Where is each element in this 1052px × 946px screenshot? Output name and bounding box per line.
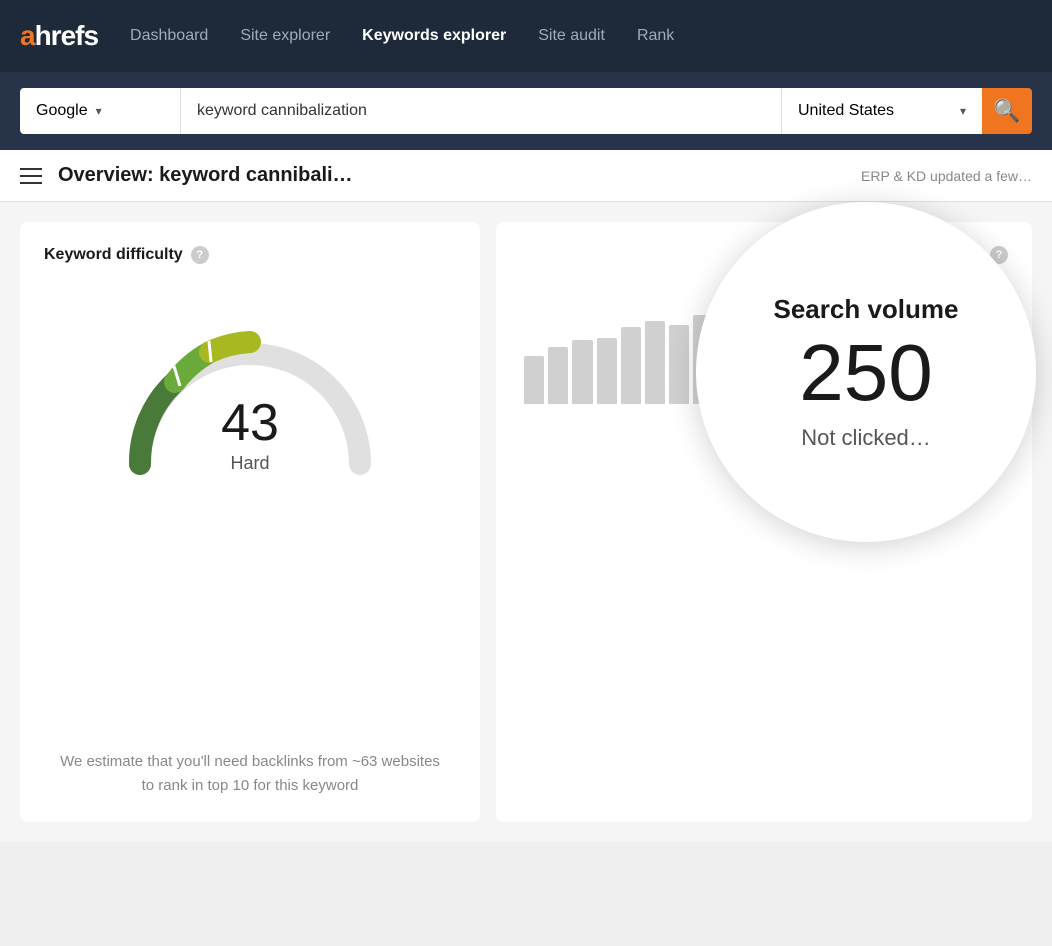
page-header-left: Overview: keyword cannibali…	[20, 164, 353, 187]
hamburger-line-2	[20, 175, 42, 177]
gauge-container: 43 Hard	[120, 294, 380, 474]
page-title: Overview: keyword cannibali…	[58, 164, 353, 187]
content-area: Overview: keyword cannibali… ERP & KD up…	[0, 150, 1052, 842]
nav-keywords-explorer[interactable]: Keywords explorer	[362, 27, 506, 45]
search-button[interactable]: 🔍	[982, 88, 1032, 134]
kd-label: Keyword difficulty	[44, 246, 183, 264]
kd-description: We estimate that you'll need backlinks f…	[44, 750, 456, 798]
country-chevron-icon: ▾	[960, 104, 966, 118]
kd-value: 43	[221, 397, 279, 449]
chart-bar	[597, 338, 617, 404]
logo-a: a	[20, 20, 35, 51]
chart-bar	[669, 325, 689, 404]
sv-popup-value: 250	[799, 333, 932, 413]
sv-popup: Search volume 250 Not clicked…	[696, 202, 1036, 542]
logo-hrefs: hrefs	[35, 20, 98, 51]
page-header: Overview: keyword cannibali… ERP & KD up…	[0, 150, 1052, 202]
kd-info-icon[interactable]: ?	[191, 246, 209, 264]
chart-bar	[524, 356, 544, 405]
update-notice: ERP & KD updated a few…	[861, 168, 1032, 184]
chart-bar	[548, 347, 568, 404]
engine-chevron-icon: ▾	[96, 104, 102, 118]
search-engine-label: Google	[36, 102, 88, 120]
chart-bar	[572, 340, 592, 404]
search-icon: 🔍	[993, 98, 1020, 124]
menu-button[interactable]	[20, 168, 42, 184]
gauge-center: 43 Hard	[221, 397, 279, 474]
chart-bar	[645, 321, 665, 404]
logo[interactable]: ahrefs	[20, 20, 98, 52]
country-label: United States	[798, 102, 894, 120]
chart-bar	[621, 327, 641, 404]
nav-dashboard[interactable]: Dashboard	[130, 27, 208, 45]
search-bar: Google ▾ United States ▾ 🔍	[0, 72, 1052, 150]
sv-card: RR 1.14 ? CPS 0.65 ? Trend not available…	[496, 222, 1032, 822]
search-engine-select[interactable]: Google ▾	[20, 88, 180, 134]
hamburger-line-3	[20, 182, 42, 184]
nav-rank[interactable]: Rank	[637, 27, 674, 45]
hamburger-line-1	[20, 168, 42, 170]
sv-popup-title: Search volume	[774, 294, 959, 325]
nav-site-explorer[interactable]: Site explorer	[240, 27, 330, 45]
kd-card-header: Keyword difficulty ?	[44, 246, 456, 264]
keyword-input[interactable]	[180, 88, 782, 134]
country-select[interactable]: United States ▾	[782, 88, 982, 134]
cards-row: Keyword difficulty ?	[0, 202, 1052, 842]
nav-site-audit[interactable]: Site audit	[538, 27, 605, 45]
kd-difficulty-label: Hard	[221, 453, 279, 474]
sv-popup-sub: Not clicked…	[801, 425, 931, 451]
kd-card: Keyword difficulty ?	[20, 222, 480, 822]
nav-bar: ahrefs Dashboard Site explorer Keywords …	[0, 0, 1052, 72]
